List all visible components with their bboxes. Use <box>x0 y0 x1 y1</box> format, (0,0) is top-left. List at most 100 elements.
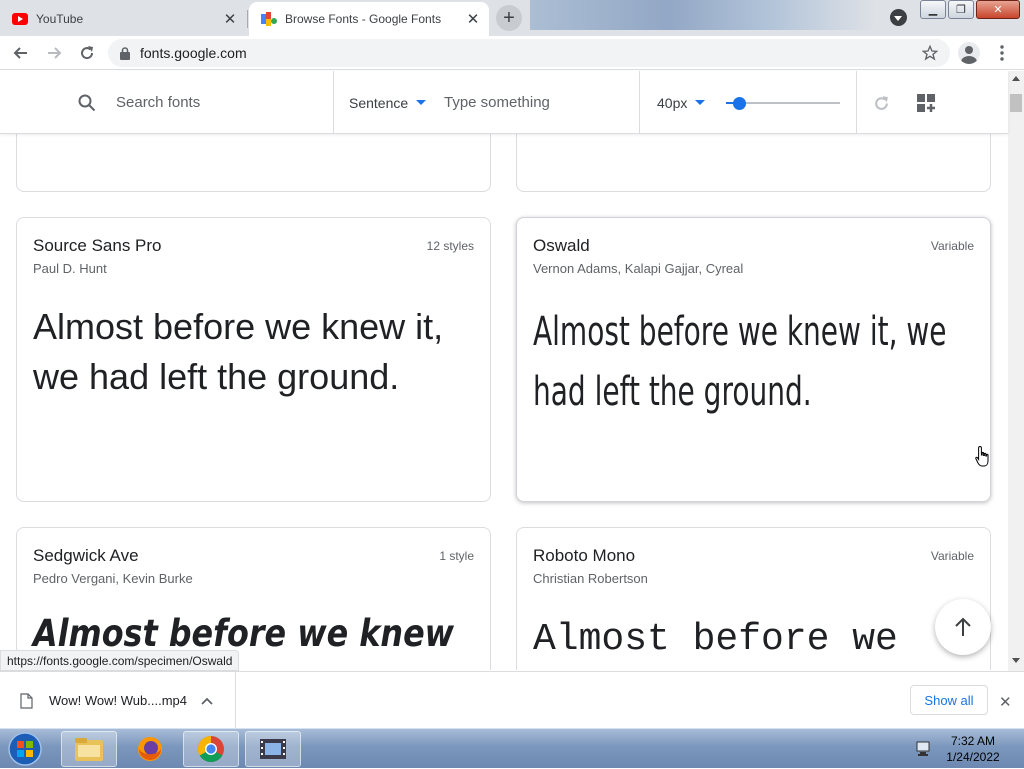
tab-search-icon[interactable] <box>890 9 907 26</box>
bookmark-star-button[interactable] <box>917 40 943 66</box>
tab-title: YouTube <box>36 12 84 26</box>
taskbar-file-explorer[interactable] <box>61 731 117 767</box>
grid-view-icon[interactable] <box>917 94 936 118</box>
dropdown-arrow-icon <box>416 100 427 105</box>
font-author: Vernon Adams, Kalapi Gajjar, Cyreal <box>533 261 744 276</box>
url-text: fonts.google.com <box>140 45 247 61</box>
arrow-right-icon <box>48 47 62 59</box>
preview-text-input[interactable]: Type something <box>444 71 550 134</box>
tab-youtube[interactable]: YouTube ✕ <box>0 2 246 36</box>
tab-divider <box>247 10 248 28</box>
clock-date: 1/24/2022 <box>946 750 1000 764</box>
font-sample-text: Almost before we knew it, we had left th… <box>533 309 947 415</box>
font-card-oswald[interactable]: Oswald Vernon Adams, Kalapi Gajjar, Cyre… <box>516 217 991 502</box>
toolbar-divider <box>333 71 334 134</box>
arrow-left-icon <box>13 47 27 59</box>
font-size-dropdown[interactable]: 40px <box>657 71 706 134</box>
file-icon <box>20 692 33 709</box>
font-author: Paul D. Hunt <box>33 261 107 276</box>
font-name: Roboto Mono <box>533 546 636 565</box>
address-bar[interactable]: fonts.google.com <box>108 39 950 67</box>
windows-taskbar: 7:32 AM 1/24/2022 <box>0 728 1024 768</box>
tab-google-fonts[interactable]: Browse Fonts - Google Fonts ✕ <box>249 2 489 36</box>
toolbar-divider <box>639 71 640 134</box>
toolbar-divider <box>856 71 857 134</box>
font-size-slider-thumb[interactable] <box>733 97 746 110</box>
status-bar-link: https://fonts.google.com/specimen/Oswald <box>0 650 240 671</box>
reset-icon[interactable] <box>873 95 890 117</box>
scroll-down-arrow-icon[interactable] <box>1012 658 1020 663</box>
font-styles-count: 12 styles <box>426 239 474 253</box>
firefox-icon <box>138 737 162 761</box>
font-styles-count: 1 style <box>439 549 474 563</box>
font-card-source-sans-pro[interactable]: Source Sans Pro Paul D. Hunt 12 styles A… <box>16 217 491 502</box>
font-card[interactable] <box>16 134 491 192</box>
browser-menu-button[interactable] <box>989 40 1015 66</box>
close-tab-icon[interactable]: ✕ <box>220 9 240 29</box>
restore-window-button[interactable]: ❐ <box>948 0 974 19</box>
search-fonts-input[interactable]: Search fonts <box>116 71 200 134</box>
taskbar-clock[interactable]: 7:32 AM 1/24/2022 <box>938 733 1008 765</box>
start-button[interactable] <box>0 731 50 767</box>
back-to-top-button[interactable] <box>935 599 991 655</box>
taskbar-firefox[interactable] <box>122 731 178 767</box>
preview-mode-value: Sentence <box>349 94 409 111</box>
minimize-window-button[interactable]: ▁ <box>920 0 946 19</box>
font-card-sedgwick-ave[interactable]: Sedgwick Ave Pedro Vergani, Kevin Burke … <box>16 527 491 670</box>
chrome-icon <box>197 735 224 763</box>
youtube-favicon-icon <box>12 13 28 25</box>
reload-button[interactable] <box>74 40 100 66</box>
clock-time: 7:32 AM <box>950 734 996 748</box>
windows-start-icon <box>8 732 42 766</box>
font-sample-text: Almost before we knew it, we had left th… <box>33 306 444 397</box>
font-size-value: 40px <box>657 94 688 111</box>
font-name: Sedgwick Ave <box>33 546 139 565</box>
font-author: Christian Robertson <box>533 571 648 586</box>
google-fonts-favicon-icon <box>261 12 277 26</box>
download-shelf: Wow! Wow! Wub....mp4 Show all ✕ <box>0 671 1024 729</box>
font-card[interactable] <box>516 134 991 192</box>
fonts-filter-toolbar: Search fonts Sentence Type something 40p… <box>0 71 1008 134</box>
taskbar-movie-maker[interactable] <box>245 731 301 767</box>
browser-toolbar: fonts.google.com <box>0 36 1024 70</box>
show-all-downloads-button[interactable]: Show all <box>910 685 988 715</box>
download-filename: Wow! Wow! Wub....mp4 <box>49 693 187 708</box>
taskbar-chrome[interactable] <box>183 731 239 767</box>
font-grid: Source Sans Pro Paul D. Hunt 12 styles A… <box>0 134 1008 670</box>
font-sample-text: Almost before we knew it, we had left th… <box>533 618 898 661</box>
close-window-button[interactable]: ✕ <box>976 0 1020 19</box>
lock-icon <box>120 46 130 60</box>
close-download-shelf-icon[interactable]: ✕ <box>999 693 1012 711</box>
film-strip-icon <box>260 739 286 759</box>
font-name: Oswald <box>533 236 590 255</box>
more-vert-icon <box>1000 45 1004 61</box>
profile-avatar[interactable] <box>958 42 980 64</box>
font-styles-count: Variable <box>930 549 974 563</box>
folder-icon <box>75 738 103 761</box>
chevron-up-icon[interactable] <box>201 697 213 705</box>
page-scrollbar[interactable] <box>1008 71 1024 671</box>
forward-button[interactable] <box>41 40 67 66</box>
scrollbar-thumb[interactable] <box>1010 94 1022 112</box>
hand-cursor-icon <box>975 445 989 467</box>
scroll-up-arrow-icon[interactable] <box>1012 76 1020 81</box>
search-icon <box>78 94 96 117</box>
font-author: Pedro Vergani, Kevin Burke <box>33 571 193 586</box>
back-button[interactable] <box>8 40 34 66</box>
new-tab-button[interactable]: + <box>496 5 522 31</box>
window-controls: ▁ ❐ ✕ <box>920 0 1020 19</box>
network-icon[interactable] <box>915 740 933 758</box>
reload-icon <box>81 46 94 60</box>
font-name: Source Sans Pro <box>33 236 162 255</box>
preview-mode-dropdown[interactable]: Sentence <box>349 71 427 134</box>
star-icon <box>922 45 938 61</box>
font-card-roboto-mono[interactable]: Roboto Mono Christian Robertson Variable… <box>516 527 991 670</box>
close-tab-icon[interactable]: ✕ <box>463 9 483 29</box>
download-item[interactable]: Wow! Wow! Wub....mp4 <box>0 672 236 729</box>
tab-title: Browse Fonts - Google Fonts <box>285 12 442 26</box>
dropdown-arrow-icon <box>695 100 706 105</box>
arrow-up-icon <box>955 617 971 636</box>
font-styles-count: Variable <box>930 239 974 253</box>
tab-strip: YouTube ✕ Browse Fonts - Google Fonts ✕ … <box>0 0 1024 36</box>
desktop-background <box>530 0 875 30</box>
